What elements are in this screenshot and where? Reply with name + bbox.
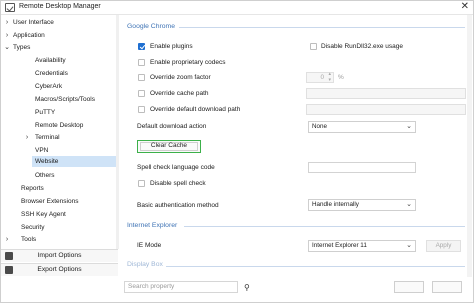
tree-item-label: Types <box>13 44 31 51</box>
chevron-down-icon: ⌄ <box>406 201 412 208</box>
chevron-right-icon[interactable]: › <box>3 30 11 41</box>
download-path-field[interactable] <box>306 104 466 115</box>
export-options-label: Export Options <box>37 266 82 273</box>
tree-item-others[interactable]: Others <box>35 170 55 181</box>
import-options-button[interactable]: Import Options <box>1 249 118 262</box>
search-property-input[interactable]: Search property <box>124 281 238 293</box>
binoculars-icon[interactable]: ⚲ <box>244 283 250 292</box>
chevron-right-icon[interactable]: › <box>3 17 11 28</box>
tree-item-label: User Interface <box>13 19 54 26</box>
tree-item-macros-scripts-tools[interactable]: Macros/Scripts/Tools <box>35 94 95 105</box>
clear-cache-button[interactable]: Clear Cache <box>137 140 201 153</box>
tree-item-label: Application <box>13 32 45 39</box>
tree-item-cyberark[interactable]: CyberArk <box>35 81 62 92</box>
cancel-button[interactable] <box>432 281 462 293</box>
section-internet-explorer: Internet Explorer <box>127 222 178 229</box>
tree-item-terminal[interactable]: › Terminal <box>23 132 115 143</box>
basic-auth-method-label: Basic authentication method <box>137 202 219 209</box>
enable-plugins-checkbox[interactable] <box>138 43 145 50</box>
disable-rundll32-checkbox[interactable] <box>310 43 317 50</box>
chevron-down-icon[interactable]: ⌄ <box>3 42 11 53</box>
tree-item-application[interactable]: › Application <box>3 30 115 41</box>
tree-item-types[interactable]: ⌄ Types <box>3 42 115 53</box>
title-bar: Remote Desktop Manager ✕ <box>1 1 473 15</box>
ie-mode-value: Internet Explorer 11 <box>312 242 367 249</box>
override-download-checkbox[interactable] <box>138 106 145 113</box>
tree-item-website[interactable]: Website <box>32 156 116 167</box>
zoom-unit-label: % <box>338 74 344 81</box>
spinner-arrows-icon[interactable]: ▴ ▾ <box>328 71 331 83</box>
spell-check-language-label: Spell check language code <box>137 164 215 171</box>
default-download-action-select[interactable]: None ⌄ <box>308 121 416 133</box>
chevron-right-icon[interactable]: › <box>3 234 11 245</box>
cache-path-field[interactable] <box>306 88 466 99</box>
override-download-label: Override default download path <box>150 106 241 113</box>
zoom-factor-value: 0 <box>320 74 324 81</box>
tree-scrollbar[interactable] <box>116 15 119 249</box>
ie-mode-label: IE Mode <box>137 242 162 249</box>
tree-item-label: Terminal <box>35 134 60 141</box>
zoom-factor-spinner[interactable]: 0 ▴ ▾ <box>306 71 334 83</box>
section-divider <box>184 226 465 227</box>
tree-item-remote-desktop[interactable]: Remote Desktop <box>35 120 83 131</box>
ok-button[interactable] <box>394 281 424 293</box>
tree-item-security[interactable]: Security <box>21 222 44 233</box>
section-display-box: Display Box <box>127 261 163 268</box>
proprietary-codecs-checkbox[interactable] <box>138 59 145 66</box>
options-window: Remote Desktop Manager ✕ › User Interfac… <box>0 0 474 303</box>
tree-item-label: Tools <box>21 236 37 243</box>
import-options-label: Import Options <box>37 252 82 259</box>
basic-auth-method-select[interactable]: Handle internally ⌄ <box>308 199 416 211</box>
tree-item-availability[interactable]: Availability <box>35 55 66 66</box>
tree-item-user-interface[interactable]: › User Interface <box>3 17 115 28</box>
tree-item-putty[interactable]: PuTTY <box>35 107 55 118</box>
tree-item-browser-extensions[interactable]: Browser Extensions <box>21 196 78 207</box>
disable-rundll32-label: Disable RunDll32.exe usage <box>321 43 404 50</box>
app-icon <box>5 3 15 12</box>
chevron-down-icon: ⌄ <box>406 123 412 130</box>
clear-cache-label: Clear Cache <box>150 142 188 149</box>
disable-spell-check-checkbox[interactable] <box>138 180 145 187</box>
window-title: Remote Desktop Manager <box>19 3 101 10</box>
enable-plugins-label: Enable plugins <box>150 43 193 50</box>
tree-item-ssh-key-agent[interactable]: SSH Key Agent <box>21 209 66 220</box>
spell-check-language-field[interactable] <box>308 162 416 173</box>
override-cache-label: Override cache path <box>150 90 209 97</box>
close-icon[interactable]: ✕ <box>461 1 469 12</box>
export-options-button[interactable]: Export Options <box>1 263 118 276</box>
default-download-action-label: Default download action <box>137 123 207 130</box>
proprietary-codecs-label: Enable proprietary codecs <box>150 59 226 66</box>
override-zoom-checkbox[interactable] <box>138 74 145 81</box>
default-download-action-value: None <box>312 123 328 130</box>
disable-spell-check-label: Disable spell check <box>150 180 206 187</box>
tree-item-reports[interactable]: Reports <box>21 183 44 194</box>
options-tree: › User Interface › Application ⌄ Types A… <box>1 15 118 249</box>
options-scrollbar[interactable] <box>467 15 472 277</box>
override-zoom-label: Override zoom factor <box>150 74 211 81</box>
tree-item-vpn[interactable]: VPN <box>35 145 48 156</box>
tree-item-credentials[interactable]: Credentials <box>35 68 68 79</box>
section-divider <box>166 266 465 267</box>
basic-auth-method-value: Handle internally <box>312 201 359 208</box>
section-divider <box>179 27 465 28</box>
ie-mode-select[interactable]: Internet Explorer 11 ⌄ <box>308 240 416 252</box>
apply-button[interactable]: Apply <box>426 240 461 252</box>
section-google-chrome: Google Chrome <box>127 23 175 30</box>
override-cache-checkbox[interactable] <box>138 90 145 97</box>
chevron-right-icon[interactable]: › <box>23 132 31 143</box>
tree-item-tools[interactable]: › Tools <box>3 234 115 245</box>
chevron-down-icon: ⌄ <box>406 242 412 249</box>
